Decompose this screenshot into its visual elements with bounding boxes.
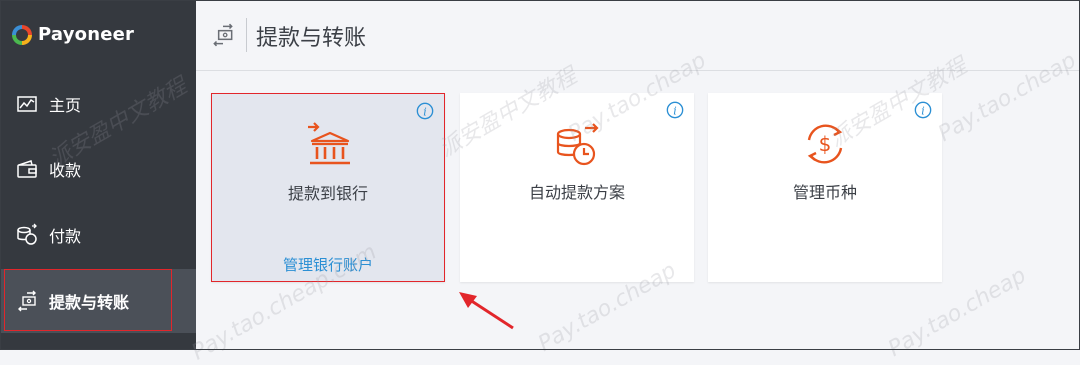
brand-name: Payoneer <box>38 24 135 45</box>
coins-icon <box>17 223 37 245</box>
sidebar-item-pay[interactable]: 付款 <box>0 203 196 267</box>
card-title: 管理币种 <box>792 183 857 202</box>
svg-text:i: i <box>921 105 924 118</box>
header-divider <box>246 18 247 52</box>
card-title: 自动提款方案 <box>528 183 625 202</box>
info-icon[interactable]: i <box>416 102 434 120</box>
card-title: 提款到银行 <box>287 184 368 203</box>
card-withdraw-to-bank[interactable]: i 提款到银行 管理银行账户 <box>211 93 445 282</box>
sidebar: Payoneer 主页 收款 付款 提款与转账 <box>0 0 196 350</box>
info-icon[interactable]: i <box>666 101 684 119</box>
payoneer-logo-icon <box>12 24 32 45</box>
svg-text:i: i <box>423 106 426 119</box>
annotation-arrow <box>459 292 514 330</box>
chart-icon <box>17 96 37 112</box>
bank-icon <box>308 122 350 165</box>
payoneer-logo[interactable]: Payoneer <box>12 24 134 45</box>
wallet-icon <box>17 160 37 178</box>
sidebar-item-label: 付款 <box>49 227 82 246</box>
highlight-box <box>4 269 172 331</box>
card-manage-currencies[interactable]: i $ 管理币种 <box>708 93 942 282</box>
svg-text:i: i <box>673 105 676 118</box>
page-title: 提款与转账 <box>256 26 367 51</box>
transfer-icon <box>213 23 233 47</box>
sidebar-item-label: 主页 <box>49 96 82 115</box>
